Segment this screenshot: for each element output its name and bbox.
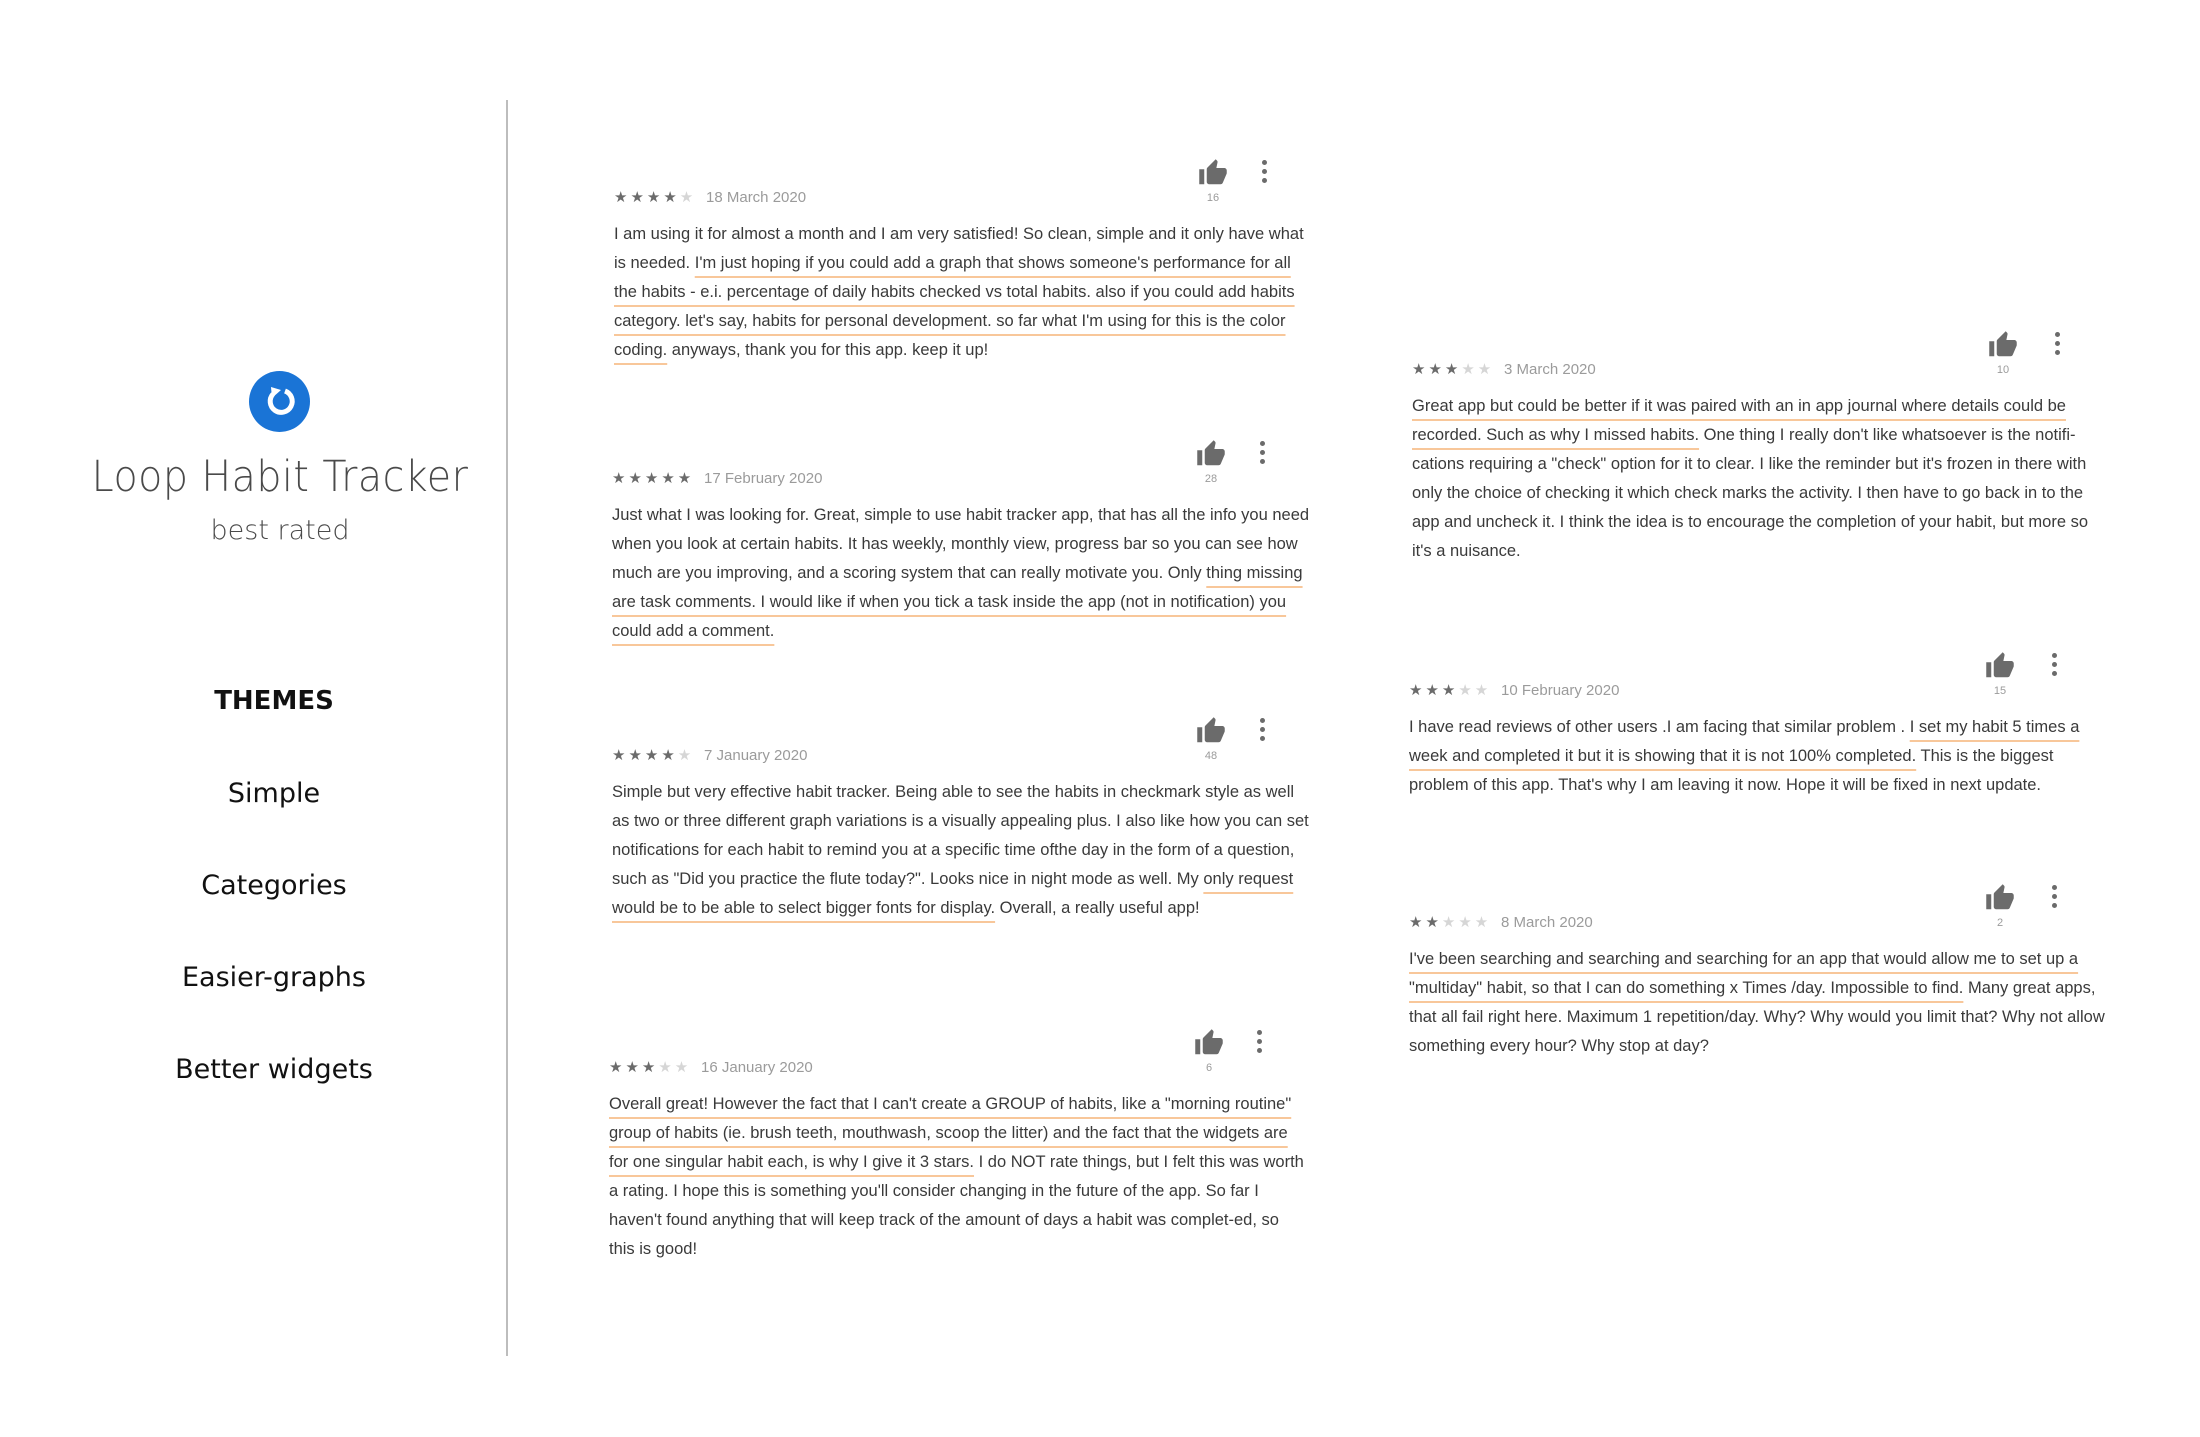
review-header: ★★★★★ 17 February 2020 28 bbox=[612, 440, 1312, 497]
thumbs-up-icon[interactable] bbox=[1194, 1028, 1224, 1058]
star-empty-icon: ★★ bbox=[658, 1059, 692, 1076]
star-rating: ★★★★★ bbox=[1412, 360, 1494, 380]
more-options-icon[interactable] bbox=[1257, 441, 1267, 467]
review-card: ★★★★★ 10 February 2020 15 I have read revie… bbox=[1409, 652, 2109, 800]
review-text-segment: Just what I was looking for. Great, simp… bbox=[612, 506, 1310, 582]
star-rating: ★★★★★ bbox=[612, 469, 694, 489]
star-filled-icon: ★★★ bbox=[1409, 682, 1459, 699]
helpful-count: 16 bbox=[1206, 192, 1220, 204]
helpful-count: 28 bbox=[1204, 473, 1218, 485]
review-text: Just what I was looking for. Great, simp… bbox=[612, 501, 1312, 646]
review-text-segment: One thing I really don't like whatsoever… bbox=[1412, 426, 2089, 560]
review-date: 7 January 2020 bbox=[704, 747, 808, 764]
helpful-count: 15 bbox=[1993, 685, 2007, 697]
app-title: Loop Habit Tracker bbox=[91, 452, 469, 502]
loop-arrow-icon bbox=[267, 386, 295, 415]
review-card: ★★★★★ 17 February 2020 28 Just what I was l… bbox=[612, 440, 1312, 646]
star-filled-icon: ★★ bbox=[1409, 914, 1442, 931]
more-options-icon[interactable] bbox=[1259, 160, 1269, 186]
review-text: I've been searching and searching and se… bbox=[1409, 945, 2109, 1061]
star-empty-icon: ★ bbox=[679, 189, 697, 206]
star-empty-icon: ★★ bbox=[1461, 361, 1495, 378]
review-text-segment: anyways, thank you for this app. keep it… bbox=[667, 341, 989, 359]
star-rating: ★★★★★ bbox=[1409, 681, 1491, 701]
more-options-icon[interactable] bbox=[2049, 885, 2059, 911]
review-text-segment: I have read reviews of other users .I am… bbox=[1409, 718, 1910, 736]
app-subtitle: best rated bbox=[210, 515, 350, 546]
helpful-count: 6 bbox=[1205, 1062, 1213, 1074]
review-text-segment: Overall, a really useful app! bbox=[995, 899, 1200, 917]
review-text: Overall great! However the fact that I c… bbox=[609, 1090, 1309, 1264]
helpful-count: 2 bbox=[1996, 917, 2004, 929]
review-date: 8 March 2020 bbox=[1501, 914, 1593, 931]
star-rating: ★★★★★ bbox=[612, 746, 694, 766]
more-options-icon[interactable] bbox=[2052, 332, 2062, 358]
review-text: Simple but very effective habit tracker.… bbox=[612, 778, 1312, 923]
review-card: ★★★★★ 3 March 2020 10 Great app but could b… bbox=[1412, 331, 2112, 566]
review-header: ★★★★★ 3 March 2020 10 bbox=[1412, 331, 2112, 388]
review-text: I am using it for almost a month and I a… bbox=[614, 220, 1314, 365]
review-header: ★★★★★ 7 January 2020 48 bbox=[612, 717, 1312, 774]
more-options-icon[interactable] bbox=[2049, 653, 2059, 679]
review-header: ★★★★★ 10 February 2020 15 bbox=[1409, 652, 2109, 709]
thumbs-up-icon[interactable] bbox=[1988, 330, 2018, 360]
star-rating: ★★★★★ bbox=[609, 1058, 691, 1078]
star-filled-icon: ★★★★★ bbox=[612, 470, 695, 487]
thumbs-up-icon[interactable] bbox=[1196, 716, 1226, 746]
thumbs-up-icon[interactable] bbox=[1198, 158, 1228, 188]
review-card: ★★★★★ 8 March 2020 2 I've been searching an… bbox=[1409, 884, 2109, 1061]
theme-item-categories[interactable]: Categories bbox=[0, 870, 548, 901]
theme-item-better-widgets[interactable]: Better widgets bbox=[0, 1054, 548, 1085]
theme-item-simple[interactable]: Simple bbox=[0, 778, 548, 809]
review-date: 3 March 2020 bbox=[1504, 361, 1596, 378]
star-empty-icon: ★★★ bbox=[1441, 914, 1492, 931]
review-text: Great app but could be better if it was … bbox=[1412, 392, 2112, 566]
review-header: ★★★★★ 18 March 2020 16 bbox=[614, 159, 1314, 216]
app-logo bbox=[249, 371, 310, 432]
review-date: 16 January 2020 bbox=[701, 1059, 813, 1076]
review-date: 10 February 2020 bbox=[1501, 682, 1620, 699]
helpful-count: 48 bbox=[1204, 750, 1218, 762]
star-rating: ★★★★★ bbox=[1409, 913, 1491, 933]
review-header: ★★★★★ 8 March 2020 2 bbox=[1409, 884, 2109, 941]
sidebar-divider bbox=[506, 100, 508, 1356]
review-date: 18 March 2020 bbox=[706, 189, 807, 206]
star-empty-icon: ★ bbox=[677, 747, 695, 764]
review-header: ★★★★★ 16 January 2020 6 bbox=[609, 1029, 1309, 1086]
star-filled-icon: ★★★★ bbox=[612, 747, 678, 764]
review-text: I have read reviews of other users .I am… bbox=[1409, 713, 2109, 800]
more-options-icon[interactable] bbox=[1257, 718, 1267, 744]
helpful-count: 10 bbox=[1996, 364, 2010, 376]
sidebar: Loop Habit Tracker best rated THEMES Sim… bbox=[0, 0, 507, 1437]
star-filled-icon: ★★★ bbox=[609, 1059, 659, 1076]
theme-item-easier-graphs[interactable]: Easier-graphs bbox=[0, 962, 548, 993]
review-card: ★★★★★ 7 January 2020 48 Simple but very eff… bbox=[612, 717, 1312, 923]
star-rating: ★★★★★ bbox=[614, 188, 696, 208]
star-filled-icon: ★★★★ bbox=[614, 189, 680, 206]
review-date: 17 February 2020 bbox=[704, 470, 823, 487]
more-options-icon[interactable] bbox=[1254, 1030, 1264, 1056]
review-card: ★★★★★ 18 March 2020 16 I am using it for al… bbox=[614, 159, 1314, 365]
review-card: ★★★★★ 16 January 2020 6 Overall great! Howe… bbox=[609, 1029, 1309, 1264]
themes-heading: THEMES bbox=[214, 686, 334, 716]
star-filled-icon: ★★★ bbox=[1412, 361, 1462, 378]
thumbs-up-icon[interactable] bbox=[1985, 883, 2015, 913]
thumbs-up-icon[interactable] bbox=[1985, 651, 2015, 681]
star-empty-icon: ★★ bbox=[1458, 682, 1492, 699]
thumbs-up-icon[interactable] bbox=[1196, 439, 1226, 469]
